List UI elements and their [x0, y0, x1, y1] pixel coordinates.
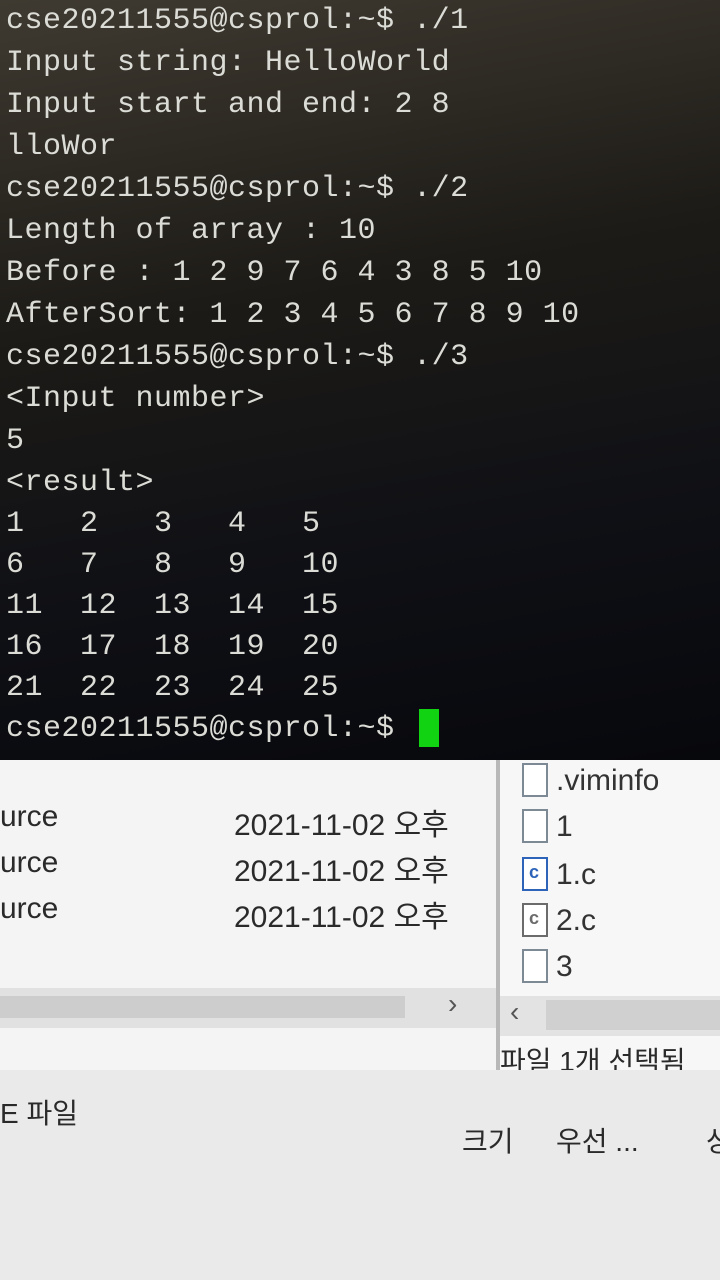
- terminal-output: cse20211555@csprol:~$ ./1 Input string: …: [6, 0, 580, 750]
- terminal-line: 6 7 8 9 10: [6, 548, 340, 582]
- terminal-line: cse20211555@csprol:~$ ./1: [6, 4, 469, 38]
- scrollbar-thumb[interactable]: [0, 996, 405, 1018]
- file-icon: [522, 949, 548, 984]
- column-header-status[interactable]: 상: [706, 1120, 720, 1160]
- file-name: .viminfo: [556, 764, 660, 797]
- list-item[interactable]: urce 2021-11-02 오후: [0, 794, 500, 842]
- transfer-queue-pane: E 파일 크기 우선 ... 상: [0, 1070, 720, 1280]
- terminal-line: AfterSort: 1 2 3 4 5 6 7 8 9 10: [6, 298, 580, 332]
- horizontal-scrollbar[interactable]: ›: [0, 988, 500, 1028]
- list-item[interactable]: urce 2021-11-02 오후: [0, 886, 500, 934]
- terminal-line: 1 2 3 4 5: [6, 507, 321, 541]
- terminal-line: <result>: [6, 466, 155, 500]
- terminal-prompt-line[interactable]: cse20211555@csprol:~$: [6, 709, 580, 750]
- terminal-line: cse20211555@csprol:~$ ./3: [6, 340, 469, 374]
- terminal-line: Input start and end: 2 8: [6, 88, 451, 122]
- file-type: urce: [0, 800, 59, 833]
- list-item[interactable]: .viminfo: [522, 763, 660, 808]
- scroll-left-arrow-icon[interactable]: ‹: [510, 996, 519, 1028]
- file-name: 3: [556, 950, 573, 983]
- terminal-line: Before : 1 2 9 7 6 4 3 8 5 10: [6, 256, 543, 290]
- file-explorer: urce 2021-11-02 오후 urce 2021-11-02 오후 ur…: [0, 760, 720, 1280]
- file-type: urce: [0, 846, 59, 879]
- list-item[interactable]: urce 2021-11-02 오후: [0, 840, 500, 888]
- list-item[interactable]: 3: [522, 949, 573, 994]
- terminal-line: 21 22 23 24 25: [6, 671, 340, 705]
- file-name: 1.c: [556, 858, 597, 891]
- file-name: 1: [556, 810, 573, 843]
- terminal-line: Input string: HelloWorld: [6, 46, 451, 80]
- terminal-window[interactable]: cse20211555@csprol:~$ ./1 Input string: …: [0, 0, 720, 760]
- terminal-line: 16 17 18 19 20: [6, 630, 340, 664]
- terminal-line: <Input number>: [6, 382, 266, 416]
- terminal-line: Length of array : 10: [6, 214, 377, 248]
- file-date: 2021-11-02 오후: [234, 901, 449, 934]
- file-name: 2.c: [556, 904, 597, 937]
- horizontal-scrollbar[interactable]: ‹: [500, 996, 720, 1036]
- file-date: 2021-11-02 오후: [234, 809, 449, 842]
- c-source-file-icon: [522, 903, 548, 938]
- scroll-right-arrow-icon[interactable]: ›: [448, 988, 457, 1020]
- terminal-prompt: cse20211555@csprol:~$: [6, 712, 414, 746]
- terminal-line: 5: [6, 424, 25, 458]
- column-label-file: E 파일: [0, 1098, 78, 1129]
- scrollbar-thumb[interactable]: [546, 1000, 720, 1030]
- list-item[interactable]: 1.c: [522, 857, 597, 902]
- file-detail-list: urce 2021-11-02 오후 urce 2021-11-02 오후 ur…: [0, 760, 500, 1070]
- list-item[interactable]: 2.c: [522, 903, 597, 948]
- list-item[interactable]: 1: [522, 809, 573, 854]
- c-source-file-icon: [522, 857, 548, 892]
- column-header-size[interactable]: 크기: [462, 1120, 514, 1160]
- terminal-line: cse20211555@csprol:~$ ./2: [6, 172, 469, 206]
- file-date: 2021-11-02 오후: [234, 855, 449, 888]
- file-icon: [522, 809, 548, 844]
- terminal-line: 11 12 13 14 15: [6, 589, 340, 623]
- column-header-priority[interactable]: 우선 ...: [556, 1120, 639, 1160]
- terminal-cursor: [419, 709, 440, 748]
- terminal-line: lloWor: [6, 130, 118, 164]
- file-icon: [522, 763, 548, 798]
- file-type: urce: [0, 892, 59, 925]
